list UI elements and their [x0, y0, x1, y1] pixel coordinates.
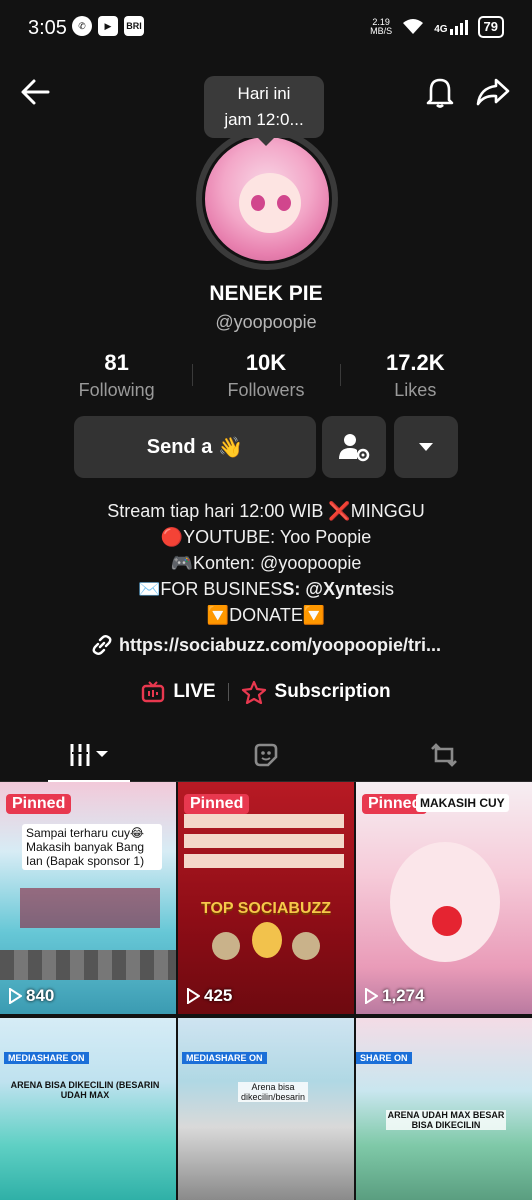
- view-count: 1,274: [364, 986, 425, 1006]
- back-arrow-icon[interactable]: [18, 74, 54, 110]
- content-tabs: [0, 728, 532, 783]
- profile-link[interactable]: https://sociabuzz.com/yoopoopie/tri...: [0, 634, 532, 656]
- divider: [340, 364, 341, 386]
- video-thumbnail[interactable]: Pinned Sampai terharu cuy😂 Makasih banya…: [0, 782, 176, 1014]
- video-thumbnail[interactable]: MEDIASHARE ON ARENA BISA DIKECILIN (BESA…: [0, 1018, 176, 1200]
- bri-mo-icon: BRI: [124, 16, 144, 36]
- sticker-icon: [254, 743, 277, 767]
- avatar-ring[interactable]: [196, 128, 338, 270]
- divider: [227, 683, 229, 701]
- profile-handle: @yoopoopie: [215, 312, 317, 332]
- video-thumbnail[interactable]: MEDIASHARE ON Arena bisa dikecilin/besar…: [178, 1018, 354, 1200]
- play-icon: [365, 988, 378, 1004]
- user-gear-icon: [339, 434, 370, 462]
- subscription-button[interactable]: Subscription: [241, 680, 391, 704]
- battery-indicator: 79: [477, 16, 504, 38]
- live-schedule-tooltip[interactable]: Hari ini jam 12:0...: [204, 76, 324, 146]
- bell-icon[interactable]: [422, 74, 458, 110]
- profile-name: NENEK PIE: [209, 282, 323, 305]
- avatar[interactable]: [202, 134, 332, 264]
- youtube-icon: ▶: [98, 16, 118, 36]
- play-icon: [187, 988, 200, 1004]
- live-button[interactable]: LIVE: [141, 681, 216, 703]
- view-count: 840: [8, 986, 54, 1006]
- tab-stickers[interactable]: [177, 728, 354, 782]
- live-subscription-row: LIVE Subscription: [0, 680, 532, 704]
- profile-stats: 81 Following 10K Followers 17.2K Likes: [42, 350, 490, 401]
- stat-likes[interactable]: 17.2K Likes: [341, 350, 490, 401]
- tab-reposts[interactable]: [355, 728, 532, 782]
- divider: [192, 364, 193, 386]
- video-grid-icon: [70, 744, 108, 766]
- chevron-down-icon: [419, 443, 433, 451]
- signal-icon: 4G: [434, 19, 468, 35]
- view-count: 425: [186, 986, 232, 1006]
- play-icon: [9, 988, 22, 1004]
- send-wave-button[interactable]: Send a 👋: [74, 416, 316, 478]
- video-thumbnail[interactable]: Pinned MAKASIH CUY 1,274: [356, 782, 532, 1014]
- live-tv-icon: [142, 681, 165, 703]
- status-time: 3:05: [28, 17, 67, 39]
- link-icon: [92, 635, 112, 655]
- profile-bio: Stream tiap hari 12:00 WIB ❌MINGGU 🔴YOUT…: [107, 501, 425, 625]
- stat-following[interactable]: 81 Following: [42, 350, 191, 401]
- share-arrow-icon[interactable]: [474, 74, 512, 110]
- video-grid: Pinned Sampai terharu cuy😂 Makasih banya…: [0, 782, 532, 1200]
- subscription-star-icon: [241, 680, 266, 704]
- stat-followers[interactable]: 10K Followers: [191, 350, 340, 401]
- video-thumbnail[interactable]: Pinned TOP SOCIABUZZ 425: [178, 782, 354, 1014]
- red-nose: [432, 906, 462, 936]
- tab-videos[interactable]: [0, 728, 177, 783]
- more-dropdown-button[interactable]: [394, 416, 458, 478]
- repost-icon: [430, 743, 457, 767]
- net-speed: 2.19 MB/S: [370, 17, 393, 36]
- wifi-icon: [403, 19, 424, 34]
- user-settings-button[interactable]: [322, 416, 386, 478]
- status-bar: 3:05 ✆ ▶ BRI 2.19 MB/S 4G 79: [0, 0, 532, 56]
- video-thumbnail[interactable]: SHARE ON ARENA UDAH MAX BESAR BISA DIKEC…: [356, 1018, 532, 1200]
- whatsapp-icon: ✆: [72, 16, 92, 36]
